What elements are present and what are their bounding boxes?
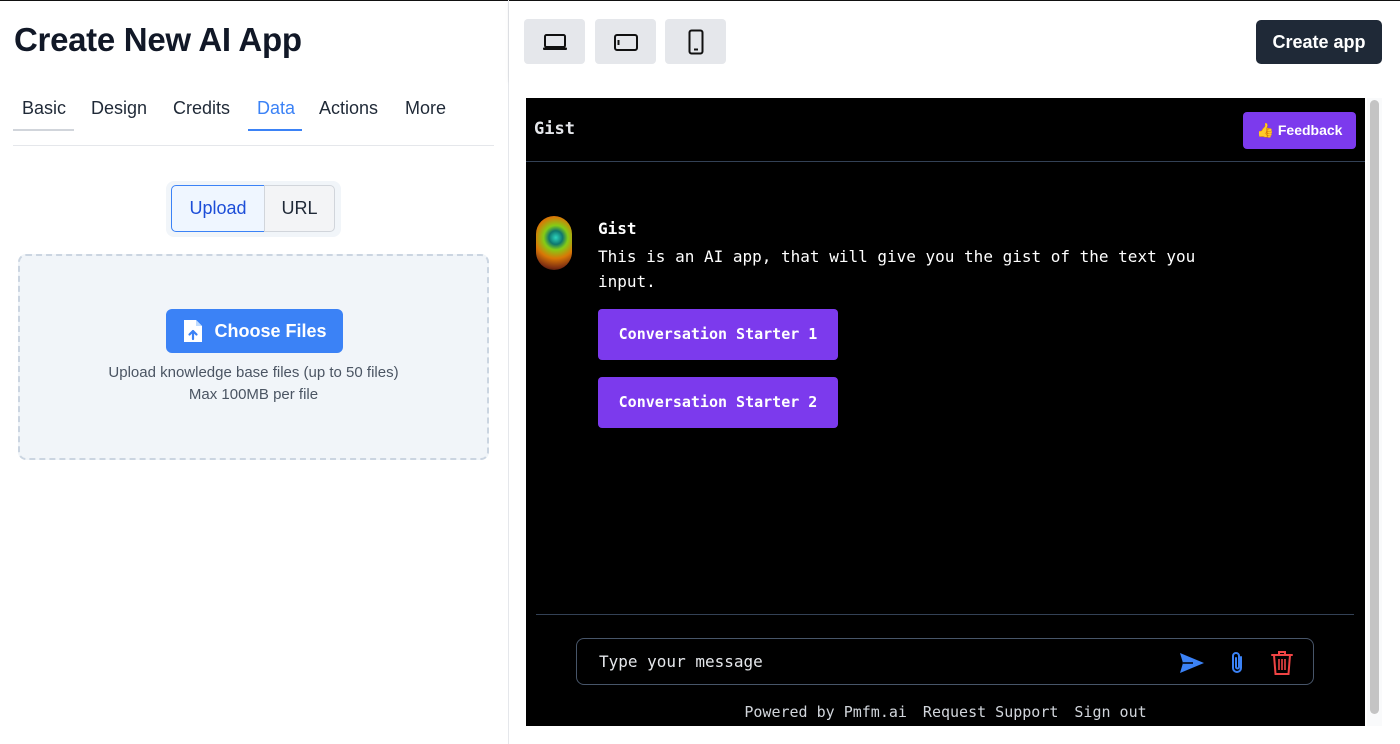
input-divider	[536, 614, 1354, 615]
tab-design[interactable]: Design	[82, 93, 156, 131]
file-dropzone[interactable]: Choose Files Upload knowledge base files…	[18, 254, 489, 460]
tab-more[interactable]: More	[396, 93, 455, 131]
tab-bar: Basic Design Credits Data Actions More	[13, 93, 494, 146]
sign-out-link[interactable]: Sign out	[1074, 703, 1146, 721]
message-input[interactable]	[577, 639, 1167, 684]
source-toggle: Upload URL	[166, 181, 341, 237]
upload-toggle-button[interactable]: Upload	[171, 185, 265, 232]
tablet-view-button[interactable]	[595, 19, 656, 64]
paperclip-icon	[1232, 652, 1242, 673]
left-panel: Create New AI App Basic Design Credits D…	[0, 0, 508, 744]
delete-button[interactable]	[1268, 649, 1296, 677]
laptop-view-button[interactable]	[524, 19, 585, 64]
file-upload-icon	[184, 320, 203, 342]
request-support-link[interactable]: Request Support	[923, 703, 1058, 721]
tab-actions[interactable]: Actions	[310, 93, 387, 131]
app-header: Gist 👍 Feedback	[526, 98, 1365, 162]
page-title: Create New AI App	[14, 21, 302, 58]
upload-hint-text: Upload knowledge base files (up to 50 fi…	[108, 364, 399, 381]
tab-basic[interactable]: Basic	[13, 93, 74, 131]
feedback-button[interactable]: 👍 Feedback	[1243, 112, 1356, 149]
laptop-icon	[542, 33, 567, 50]
powered-by-text: Powered by Pmfm.ai	[744, 703, 907, 721]
attach-button[interactable]	[1223, 649, 1251, 677]
bot-name: Gist	[598, 219, 637, 238]
conversation-starter-2-button[interactable]: Conversation Starter 2	[598, 377, 838, 428]
trash-icon	[1271, 651, 1293, 675]
preview-scrollbar[interactable]	[1367, 98, 1382, 726]
bot-message: This is an AI app, that will give you th…	[598, 247, 1196, 291]
tab-credits[interactable]: Credits	[164, 93, 239, 131]
phone-view-button[interactable]	[665, 19, 726, 64]
url-toggle-button[interactable]: URL	[264, 185, 335, 232]
choose-files-button[interactable]: Choose Files	[166, 309, 343, 353]
tablet-icon	[613, 33, 638, 51]
send-button[interactable]	[1178, 649, 1206, 677]
avatar	[536, 216, 572, 270]
message-input-box	[576, 638, 1314, 685]
choose-files-label: Choose Files	[214, 320, 327, 341]
create-app-button[interactable]: Create app	[1256, 20, 1382, 64]
scrollbar-thumb[interactable]	[1370, 100, 1379, 714]
tab-data[interactable]: Data	[248, 93, 302, 131]
app-name: Gist	[534, 119, 575, 139]
app-footer: Powered by Pmfm.ai Request Support Sign ou…	[526, 703, 1365, 721]
file-size-hint-text: Max 100MB per file	[188, 386, 319, 403]
send-icon	[1180, 653, 1204, 673]
phone-icon	[688, 29, 703, 54]
conversation-starter-1-button[interactable]: Conversation Starter 1	[598, 309, 838, 360]
preview-toolbar: Create app	[509, 0, 1400, 80]
app-preview-frame: Gist 👍 Feedback Gist This is an AI app, …	[526, 98, 1365, 726]
